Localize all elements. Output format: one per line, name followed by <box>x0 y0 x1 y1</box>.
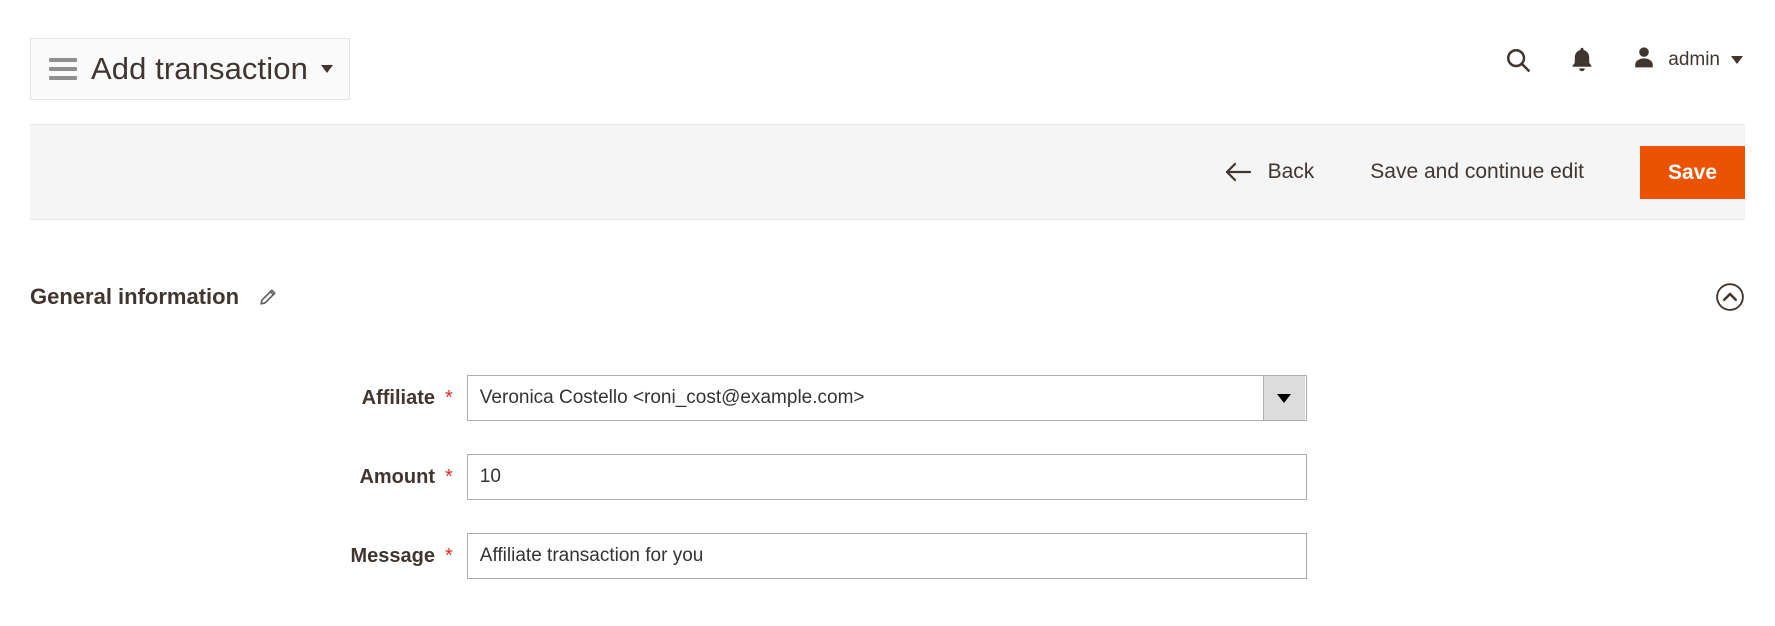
pencil-icon[interactable] <box>257 286 279 308</box>
page-title-menu-button[interactable]: Add transaction <box>30 38 350 100</box>
message-label: Message <box>350 544 436 567</box>
affiliate-control: Veronica Costello <roni_cost@example.com… <box>466 375 1307 421</box>
page-actions-bar: Back Save and continue edit Save <box>30 124 1745 220</box>
general-information-form: Affiliate * Veronica Costello <roni_cost… <box>0 375 1775 612</box>
save-and-continue-button[interactable]: Save and continue edit <box>1370 160 1584 184</box>
arrow-left-icon <box>1224 161 1254 183</box>
general-information-section-header: General information <box>30 275 1745 319</box>
search-icon[interactable] <box>1503 45 1533 75</box>
field-row-amount: Amount * <box>0 454 1775 500</box>
amount-label: Amount <box>359 465 435 488</box>
required-marker: * <box>445 465 453 488</box>
caret-down-icon <box>1277 393 1292 403</box>
bell-icon[interactable] <box>1569 46 1595 74</box>
user-name-label: admin <box>1668 49 1720 70</box>
message-input[interactable] <box>466 533 1307 579</box>
field-row-message: Message * <box>0 533 1775 579</box>
user-menu[interactable]: admin <box>1631 45 1743 76</box>
affiliate-select-value: Veronica Costello <roni_cost@example.com… <box>479 387 865 408</box>
field-row-affiliate: Affiliate * Veronica Costello <roni_cost… <box>0 375 1775 421</box>
required-marker: * <box>445 544 453 567</box>
back-button-label: Back <box>1267 160 1315 183</box>
affiliate-select[interactable]: Veronica Costello <roni_cost@example.com… <box>466 375 1307 421</box>
amount-input[interactable] <box>466 454 1307 500</box>
back-button[interactable]: Back <box>1224 160 1315 184</box>
page-header: Add transaction admin <box>0 0 1775 124</box>
user-avatar-icon <box>1631 45 1657 76</box>
chevron-down-icon <box>320 65 333 73</box>
affiliate-label: Affiliate <box>361 386 435 409</box>
required-marker: * <box>445 386 453 409</box>
collapse-section-button[interactable] <box>1715 282 1745 312</box>
select-dropdown-button[interactable] <box>1262 376 1305 420</box>
save-button[interactable]: Save <box>1639 145 1745 199</box>
section-title: General information <box>30 284 240 309</box>
hamburger-icon <box>49 58 77 80</box>
amount-control <box>466 454 1307 500</box>
header-actions: admin <box>1503 38 1743 82</box>
page-title: Add transaction <box>91 51 308 86</box>
chevron-down-icon <box>1731 56 1743 64</box>
message-control <box>466 533 1307 579</box>
